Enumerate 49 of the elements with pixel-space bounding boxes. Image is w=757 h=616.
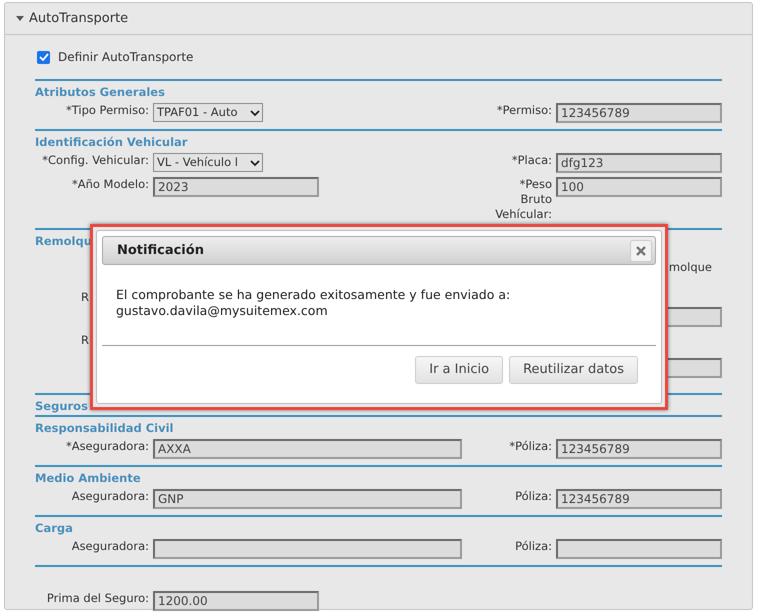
input-field[interactable] [153, 539, 462, 559]
field-label: *Tipo Permiso: [64, 103, 150, 118]
panel-header[interactable]: AutoTransporte [5, 3, 752, 35]
field-label: Póliza: [515, 539, 553, 554]
section-heading: Remolqu [35, 234, 92, 248]
panel-title: AutoTransporte [29, 10, 128, 28]
field-label: *Peso Bruto Vehícular: [494, 177, 553, 222]
input-field[interactable]: 2023 [153, 177, 319, 197]
section-heading: Seguros [35, 399, 88, 413]
checkbox[interactable] [37, 50, 50, 64]
input-field[interactable]: 123456789 [556, 439, 722, 459]
field-label: *Póliza: [509, 439, 553, 454]
input-field[interactable]: dfg123 [556, 153, 722, 173]
input-field[interactable]: 123456789 [556, 489, 722, 509]
dialog-message: El comprobante se ha generado exitosamente y fue enviado a: gustavo.davila@mysuitemex.com [115, 287, 512, 319]
field-label: *Permiso: [496, 103, 553, 118]
dialog-button[interactable]: Reutilizar datos [509, 356, 638, 384]
input-field[interactable] [556, 539, 722, 559]
section-heading: Atributos Generales [35, 85, 165, 99]
input-field[interactable]: 123456789 [556, 103, 722, 123]
field-label: R [81, 333, 89, 348]
field-label: *Placa: [512, 153, 553, 168]
close-button[interactable] [630, 240, 652, 262]
field-label: Póliza: [515, 489, 553, 504]
input-field[interactable]: 1200.00 [153, 591, 319, 611]
input-field[interactable]: AXXA [153, 439, 462, 459]
section-heading: Responsabilidad Civil [35, 421, 174, 435]
field-label: Aseguradora: [70, 489, 150, 504]
field-label: Aseguradora: [70, 539, 150, 554]
checkmark-icon [38, 53, 48, 61]
input-field[interactable]: 100 [556, 177, 722, 197]
dialog-button[interactable]: Ir a Inicio [415, 356, 504, 384]
dialog-title: Notificación [117, 242, 204, 260]
field-label: Prima del Seguro: [46, 591, 150, 606]
field-label: *Aseguradora: [64, 439, 150, 454]
field-label: R [81, 290, 89, 306]
input-field[interactable]: GNP [153, 489, 462, 509]
dropdown[interactable]: VL - Vehículo l [153, 153, 263, 172]
close-icon [636, 246, 646, 256]
chevron-down-icon [250, 108, 260, 116]
checkbox-label: Definir AutoTransporte [58, 49, 194, 66]
field-label: *Año Modelo: [70, 177, 150, 192]
field-label: molque [668, 259, 712, 276]
field-label: *Config. Vehicular: [41, 153, 150, 168]
section-heading: Medio Ambiente [35, 471, 141, 485]
dropdown[interactable]: TPAF01 - Auto [153, 103, 263, 122]
section-heading: Carga [35, 521, 73, 535]
section-heading: Identificación Vehicular [35, 135, 188, 149]
chevron-down-icon [250, 158, 260, 166]
